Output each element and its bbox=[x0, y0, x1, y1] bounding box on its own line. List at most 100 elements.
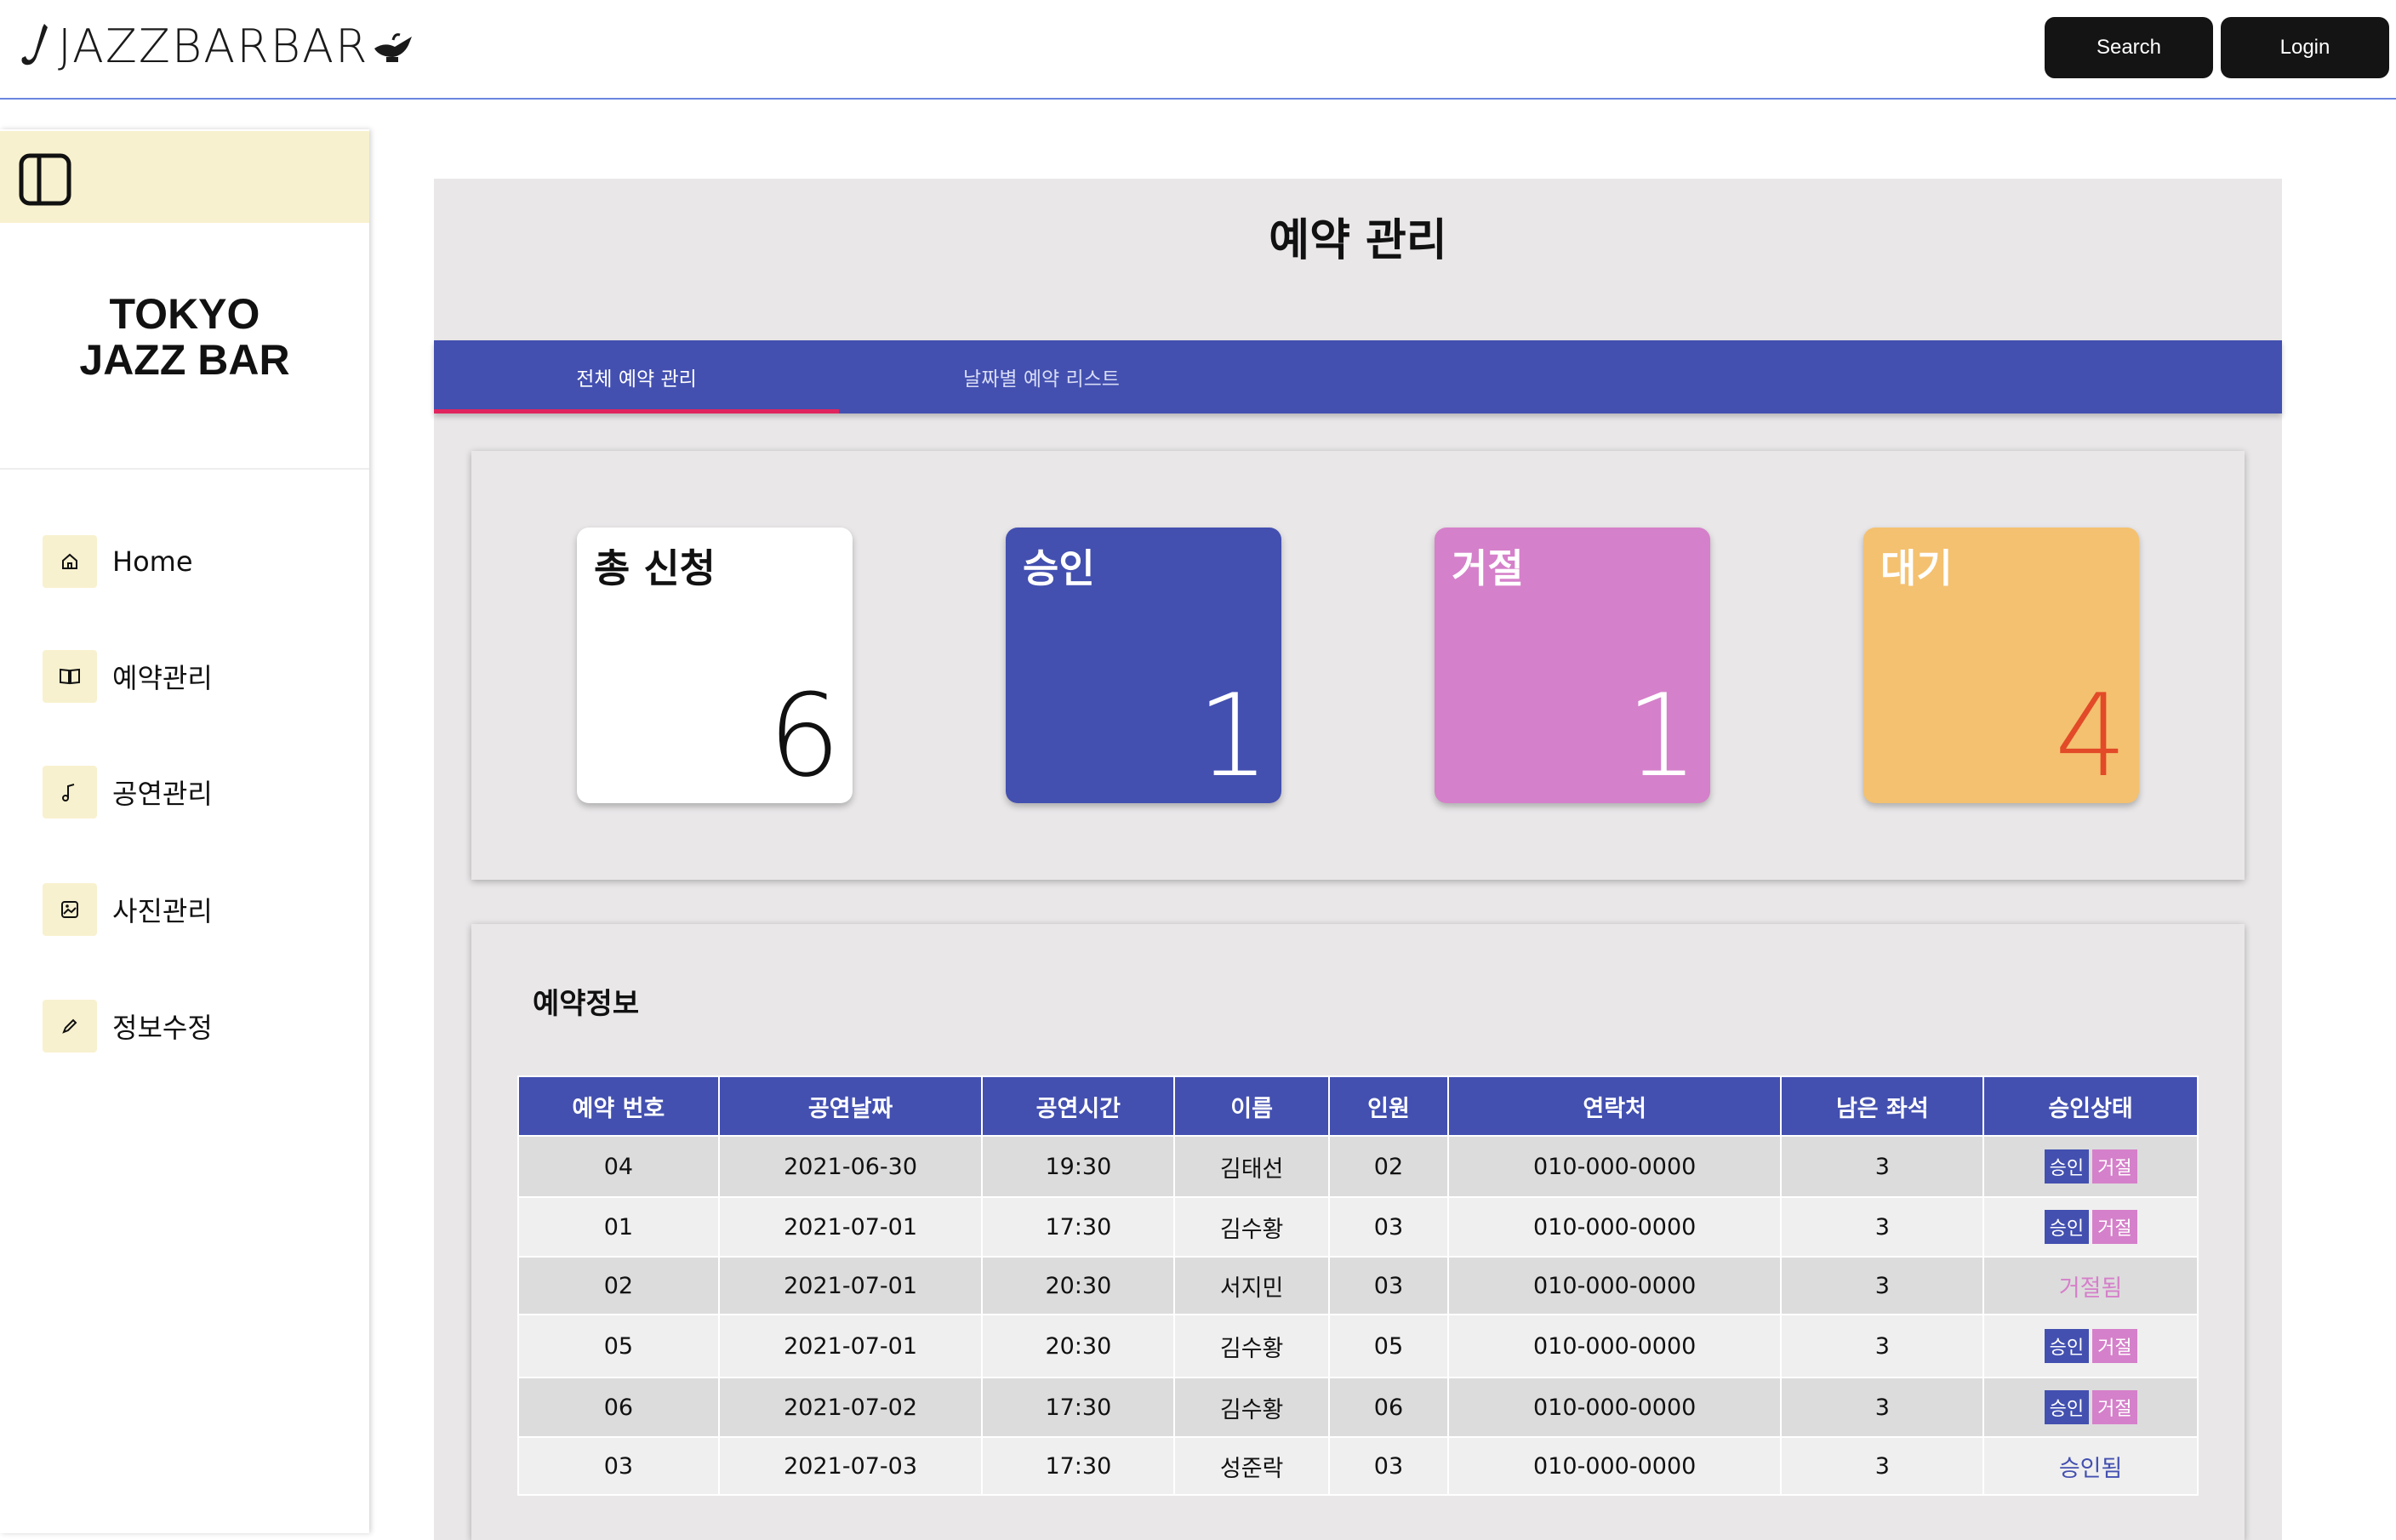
top-header: JAZZBARBAR Search Login bbox=[0, 0, 2396, 100]
sidebar-item-label: 예약관리 bbox=[112, 662, 213, 694]
stat-rejected[interactable]: 거절 1 bbox=[1435, 528, 1710, 803]
cell-name: 김수황 bbox=[1173, 1314, 1331, 1378]
page-title: 예약 관리 bbox=[1269, 215, 1447, 266]
search-button[interactable]: Search bbox=[2045, 17, 2213, 78]
col-header-seats: 남은 좌석 bbox=[1780, 1075, 1985, 1137]
brand-line-1: TOKYO bbox=[109, 290, 260, 338]
cell-phone: 010-000-0000 bbox=[1446, 1256, 1783, 1315]
home-icon bbox=[43, 535, 97, 588]
cell-time: 17:30 bbox=[981, 1377, 1176, 1438]
reject-button[interactable]: 거절 bbox=[2092, 1210, 2137, 1244]
cell-reservation-no: 03 bbox=[517, 1436, 720, 1496]
pencil-icon bbox=[43, 1000, 97, 1052]
logo[interactable]: JAZZBARBAR bbox=[19, 15, 417, 77]
cell-reservation-no: 04 bbox=[517, 1135, 720, 1198]
table-row: 01 2021-07-01 17:30 김수황 03 010-000-0000 3 승인 거절 bbox=[517, 1196, 2199, 1258]
cell-phone: 010-000-0000 bbox=[1446, 1196, 1783, 1258]
active-tab-indicator bbox=[434, 409, 839, 414]
reservation-info-title: 예약정보 bbox=[533, 987, 640, 1021]
cell-time: 17:30 bbox=[981, 1196, 1176, 1258]
cell-date: 2021-07-01 bbox=[717, 1196, 984, 1258]
cell-status: 승인 거절 bbox=[1982, 1196, 2199, 1258]
cell-count: 03 bbox=[1328, 1436, 1449, 1496]
sidebar-item-reservations[interactable]: 예약관리 bbox=[43, 650, 213, 703]
cell-seats: 3 bbox=[1780, 1196, 1985, 1258]
reject-button[interactable]: 거절 bbox=[2092, 1329, 2137, 1363]
sidebar-item-label: 사진관리 bbox=[112, 895, 213, 927]
cell-seats: 3 bbox=[1780, 1314, 1985, 1378]
cell-status: 거절됨 bbox=[1982, 1256, 2199, 1315]
cell-count: 03 bbox=[1328, 1196, 1449, 1258]
cell-seats: 3 bbox=[1780, 1377, 1985, 1438]
cell-time: 20:30 bbox=[981, 1314, 1176, 1378]
tab-reservations-by-date[interactable]: 날짜별 예약 리스트 bbox=[839, 340, 1244, 414]
cell-time: 20:30 bbox=[981, 1256, 1176, 1315]
cell-time: 19:30 bbox=[981, 1135, 1176, 1198]
saxophone-icon bbox=[21, 24, 48, 66]
sidebar-item-label: 정보수정 bbox=[112, 1012, 213, 1044]
stat-value: 6 bbox=[767, 670, 841, 802]
tab-all-reservations[interactable]: 전체 예약 관리 bbox=[434, 340, 839, 414]
sidebar-item-home[interactable]: Home bbox=[43, 535, 193, 588]
music-note-icon bbox=[43, 766, 97, 818]
approve-button[interactable]: 승인 bbox=[2044, 1329, 2090, 1363]
table-row: 02 2021-07-01 20:30 서지민 03 010-000-0000 3 거절됨 bbox=[517, 1256, 2199, 1315]
approve-button[interactable]: 승인 bbox=[2044, 1390, 2090, 1424]
approve-button[interactable]: 승인 bbox=[2044, 1210, 2090, 1244]
lamp-icon bbox=[374, 33, 412, 62]
reservation-table: 예약 번호 공연날짜 공연시간 이름 인원 연락처 남은 좌석 승인상태 04 2… bbox=[517, 1075, 2199, 1496]
col-header-reservation-no: 예약 번호 bbox=[517, 1075, 720, 1137]
stats-card: 총 신청 6 승인 1 거절 1 대기 4 bbox=[471, 451, 2245, 880]
sidebar-toggle-icon[interactable] bbox=[19, 153, 71, 206]
logo-text: JAZZBARBAR bbox=[58, 19, 369, 73]
table-row: 04 2021-06-30 19:30 김태선 02 010-000-0000 3 승인 거절 bbox=[517, 1135, 2199, 1198]
login-button[interactable]: Login bbox=[2221, 17, 2389, 78]
tab-bar: 전체 예약 관리 날짜별 예약 리스트 bbox=[434, 340, 2282, 414]
image-icon bbox=[43, 883, 97, 936]
cell-date: 2021-06-30 bbox=[717, 1135, 984, 1198]
col-header-count: 인원 bbox=[1328, 1075, 1449, 1137]
cell-reservation-no: 06 bbox=[517, 1377, 720, 1438]
reject-button[interactable]: 거절 bbox=[2092, 1390, 2137, 1424]
stat-value: 1 bbox=[1196, 670, 1269, 802]
cell-status: 승인 거절 bbox=[1982, 1377, 2199, 1438]
sidebar-brand: TOKYO JAZZ BAR bbox=[0, 291, 369, 383]
col-header-date: 공연날짜 bbox=[717, 1075, 984, 1137]
book-icon bbox=[43, 650, 97, 703]
cell-date: 2021-07-02 bbox=[717, 1377, 984, 1438]
cell-name: 김수황 bbox=[1173, 1377, 1331, 1438]
stat-title: 총 신청 bbox=[594, 545, 716, 591]
sidebar-item-photos[interactable]: 사진관리 bbox=[43, 883, 213, 936]
table-row: 05 2021-07-01 20:30 김수황 05 010-000-0000 3 승인 거절 bbox=[517, 1314, 2199, 1378]
cell-count: 03 bbox=[1328, 1256, 1449, 1315]
sidebar: TOKYO JAZZ BAR Home 예약관리 공연관리 사진관리 정보수정 bbox=[0, 129, 369, 1533]
reject-button[interactable]: 거절 bbox=[2092, 1149, 2137, 1184]
sidebar-divider bbox=[0, 468, 369, 470]
stat-approved[interactable]: 승인 1 bbox=[1006, 528, 1281, 803]
cell-reservation-no: 02 bbox=[517, 1256, 720, 1315]
cell-name: 성준락 bbox=[1173, 1436, 1331, 1496]
brand-line-2: JAZZ BAR bbox=[79, 336, 290, 384]
approve-button[interactable]: 승인 bbox=[2044, 1149, 2090, 1184]
stat-title: 승인 bbox=[1023, 545, 1095, 591]
cell-name: 김태선 bbox=[1173, 1135, 1331, 1198]
cell-phone: 010-000-0000 bbox=[1446, 1436, 1783, 1496]
col-header-name: 이름 bbox=[1173, 1075, 1331, 1137]
cell-date: 2021-07-01 bbox=[717, 1256, 984, 1315]
cell-seats: 3 bbox=[1780, 1256, 1985, 1315]
sidebar-item-edit-info[interactable]: 정보수정 bbox=[43, 1000, 213, 1052]
status-rejected-text: 거절됨 bbox=[2058, 1275, 2123, 1302]
cell-name: 서지민 bbox=[1173, 1256, 1331, 1315]
stat-pending[interactable]: 대기 4 bbox=[1863, 528, 2139, 803]
sidebar-item-performances[interactable]: 공연관리 bbox=[43, 766, 213, 818]
cell-date: 2021-07-01 bbox=[717, 1314, 984, 1378]
table-row: 03 2021-07-03 17:30 성준락 03 010-000-0000 3 승인됨 bbox=[517, 1436, 2199, 1496]
cell-name: 김수황 bbox=[1173, 1196, 1331, 1258]
reservation-table-body: 04 2021-06-30 19:30 김태선 02 010-000-0000 3 승인 거절 0… bbox=[517, 1135, 2199, 1496]
cell-status: 승인됨 bbox=[1982, 1436, 2199, 1496]
stat-value: 4 bbox=[2054, 670, 2127, 802]
stat-total[interactable]: 총 신청 6 bbox=[577, 528, 853, 803]
cell-count: 02 bbox=[1328, 1135, 1449, 1198]
sidebar-item-label: 공연관리 bbox=[112, 778, 213, 810]
stat-title: 거절 bbox=[1452, 545, 1524, 591]
